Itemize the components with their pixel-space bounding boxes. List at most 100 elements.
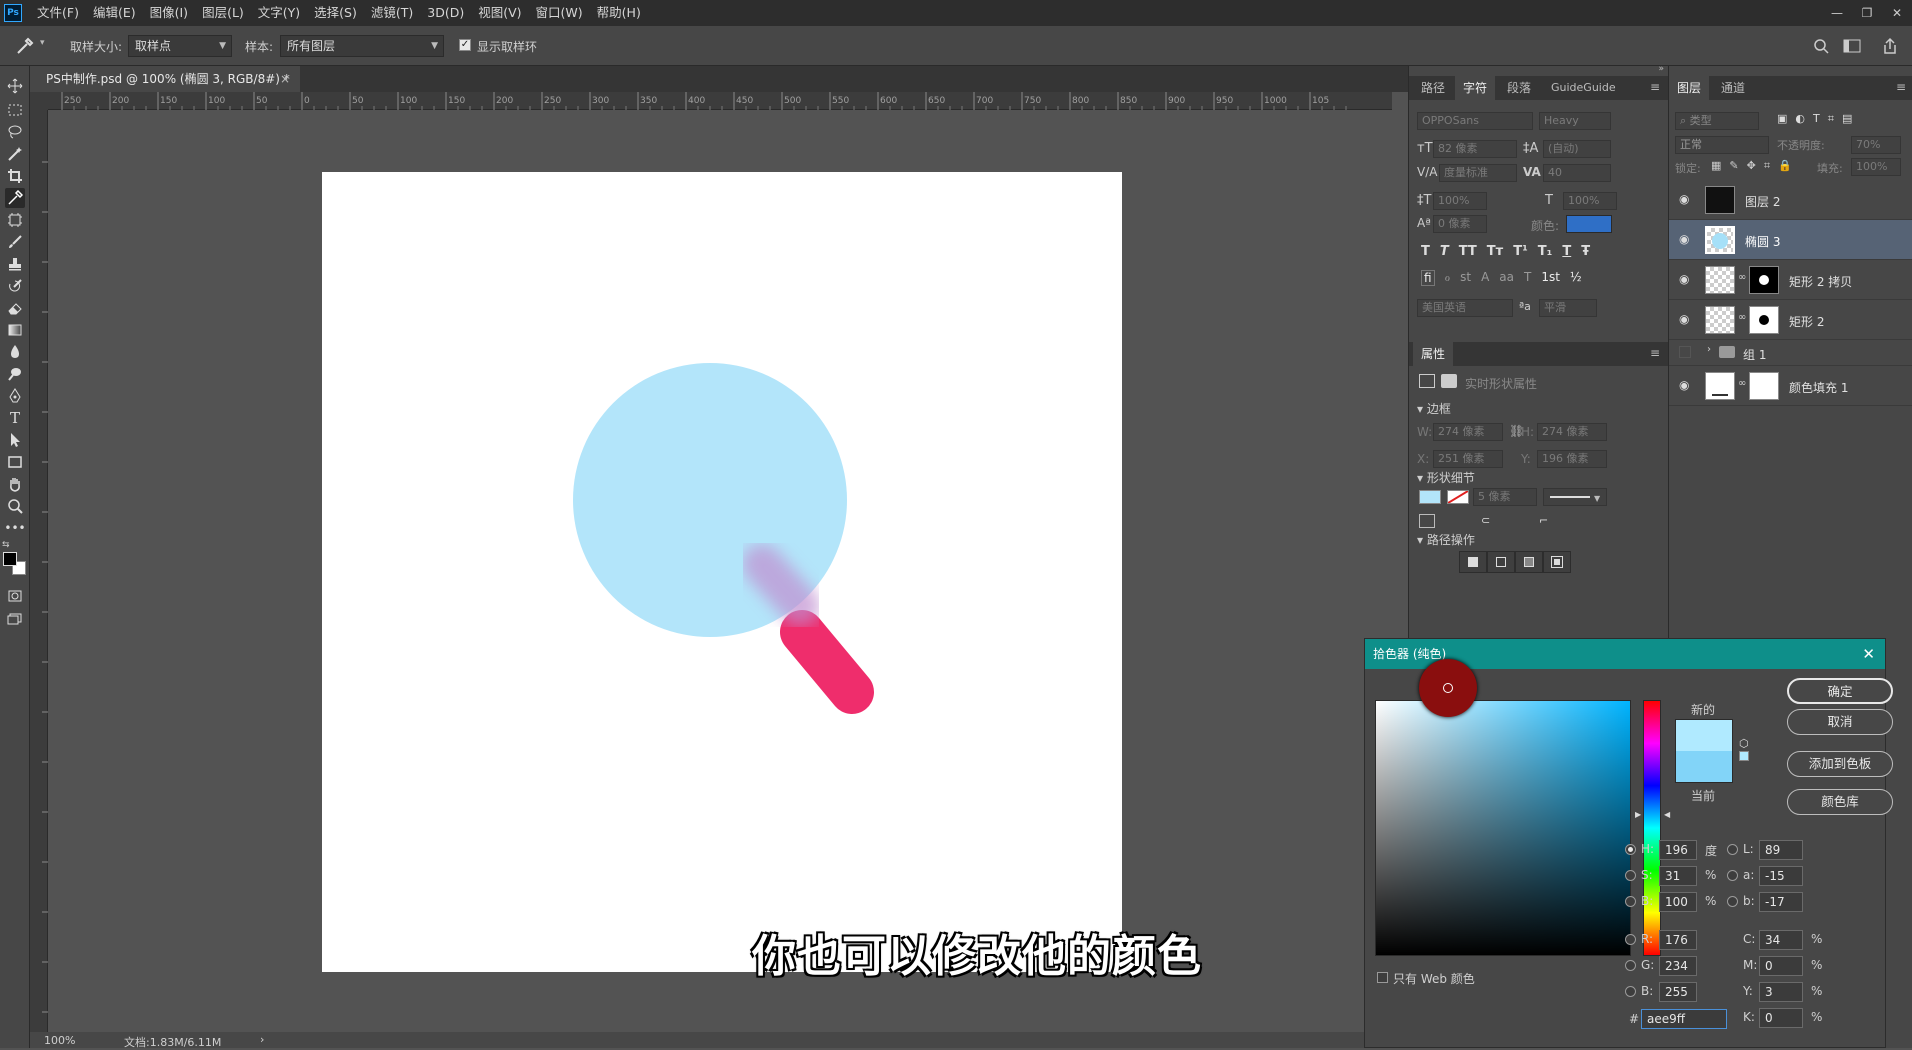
b-channel-radio[interactable] (1727, 896, 1738, 907)
color-libraries-button[interactable]: 颜色库 (1787, 789, 1893, 815)
all-caps-button[interactable]: TT (1459, 244, 1477, 259)
menu-type[interactable]: 文字(Y) (251, 0, 307, 26)
fill-color-swatch[interactable] (1419, 490, 1441, 504)
language-select[interactable]: 美国英语 (1417, 299, 1513, 317)
lock-image-icon[interactable]: ✎ (1729, 159, 1738, 173)
saturation-input[interactable]: 31 (1659, 866, 1697, 886)
exclude-shape-icon[interactable] (1543, 551, 1571, 573)
web-safe-swatch[interactable] (1739, 751, 1749, 761)
underline-button[interactable]: T (1562, 244, 1571, 259)
layer-name[interactable]: 图层 2 (1745, 193, 1780, 210)
green-input[interactable]: 234 (1659, 956, 1697, 976)
filter-type-icon[interactable]: T (1813, 112, 1820, 126)
menu-filter[interactable]: 滤镜(T) (364, 0, 420, 26)
hue-slider[interactable] (1643, 700, 1661, 956)
tab-guideguide[interactable]: GuideGuide (1543, 76, 1624, 100)
leading-field[interactable]: (自动) (1543, 140, 1611, 158)
saturation-radio[interactable] (1625, 870, 1636, 881)
more-tools-icon[interactable]: ••• (4, 518, 25, 538)
vertical-scale-field[interactable]: 100% (1433, 192, 1487, 210)
pen-tool-icon[interactable] (5, 386, 25, 406)
faux-bold-button[interactable]: T (1421, 244, 1430, 259)
layer-filter-select[interactable]: ⌕ 类型 (1675, 112, 1759, 130)
green-radio[interactable] (1625, 960, 1636, 971)
font-size-field[interactable]: 82 像素 (1433, 140, 1517, 158)
web-only-checkbox[interactable] (1377, 972, 1388, 983)
frame-tool-icon[interactable] (5, 210, 25, 230)
document-canvas[interactable] (322, 172, 1122, 972)
lock-transparent-icon[interactable]: ▦ (1711, 159, 1721, 173)
hue-radio[interactable] (1625, 844, 1636, 855)
panel-menu-icon[interactable]: ≡ (1650, 80, 1660, 94)
menu-window[interactable]: 窗口(W) (529, 0, 590, 26)
layer-name[interactable]: 椭圆 3 (1745, 233, 1780, 250)
fractions-button[interactable]: ½ (1570, 270, 1582, 286)
blend-mode-select[interactable]: 正常 (1675, 136, 1769, 154)
strikethrough-button[interactable]: Ŧ (1581, 244, 1590, 259)
filter-pixel-icon[interactable]: ▣ (1777, 112, 1787, 126)
small-caps-button[interactable]: Tт (1487, 244, 1503, 259)
horizontal-scale-field[interactable]: 100% (1563, 192, 1617, 210)
baseline-shift-field[interactable]: 0 像素 (1433, 215, 1487, 233)
subscript-button[interactable]: T₁ (1538, 244, 1553, 259)
height-field[interactable]: 274 像素 (1537, 423, 1607, 441)
visibility-eye-icon[interactable]: ◉ (1679, 192, 1689, 206)
magic-wand-tool-icon[interactable] (5, 144, 25, 164)
properties-menu-icon[interactable]: ≡ (1650, 346, 1660, 360)
add-to-swatches-button[interactable]: 添加到色板 (1787, 751, 1893, 777)
tool-preset-chevron-icon[interactable]: ▾ (40, 38, 45, 48)
tab-properties[interactable]: 属性 (1413, 342, 1454, 366)
menu-select[interactable]: 选择(S) (307, 0, 364, 26)
cyan-input[interactable]: 34 (1759, 930, 1803, 950)
red-radio[interactable] (1625, 934, 1636, 945)
close-window-icon[interactable]: ✕ (1882, 0, 1912, 26)
faux-italic-button[interactable]: T (1440, 244, 1449, 259)
visibility-eye-icon[interactable]: ◉ (1679, 232, 1689, 246)
path-operations-section[interactable]: ▾ 路径操作 (1417, 531, 1475, 548)
visibility-eye-icon[interactable]: ◉ (1679, 272, 1689, 286)
font-style-select[interactable]: Heavy (1539, 112, 1611, 130)
font-family-select[interactable]: OPPOSans (1417, 112, 1533, 130)
swash-button[interactable]: A (1481, 270, 1489, 286)
align-stroke-icon[interactable] (1419, 514, 1435, 528)
hue-slider-right-arrow[interactable]: ◀ (1664, 810, 1670, 819)
zoom-level[interactable]: 100% (44, 1034, 75, 1047)
menu-edit[interactable]: 编辑(E) (86, 0, 143, 26)
a-channel-radio[interactable] (1727, 870, 1738, 881)
brush-tool-icon[interactable] (5, 232, 25, 252)
restore-icon[interactable]: ❐ (1852, 0, 1882, 26)
status-arrow-icon[interactable]: › (260, 1033, 264, 1046)
share-icon[interactable] (1882, 37, 1898, 55)
screen-mode-icon[interactable] (5, 608, 25, 628)
stroke-type-select[interactable]: ▼ (1543, 488, 1607, 506)
close-tab-icon[interactable]: × (280, 66, 290, 92)
vertical-ruler[interactable] (30, 110, 48, 1032)
gradient-tool-icon[interactable] (5, 320, 25, 340)
menu-file[interactable]: 文件(F) (30, 0, 86, 26)
corner-type-icon[interactable]: ⌐ (1539, 514, 1548, 527)
brightness-input[interactable]: 100 (1659, 892, 1697, 912)
expand-chevron-icon[interactable]: › (1707, 344, 1711, 355)
menu-3d[interactable]: 3D(D) (420, 0, 471, 26)
eraser-tool-icon[interactable] (5, 298, 25, 318)
discretionary-ligature-button[interactable]: st (1460, 270, 1471, 286)
layer-row[interactable]: ◉ 椭圆 3 (1669, 220, 1912, 260)
zoom-tool-icon[interactable] (5, 496, 25, 516)
layer-mask-thumbnail[interactable] (1749, 306, 1779, 334)
layer-row[interactable]: ◉ ∞ 矩形 2 (1669, 300, 1912, 340)
visibility-eye-icon[interactable]: ◉ (1679, 378, 1689, 392)
ok-button[interactable]: 确定 (1787, 678, 1893, 704)
hex-input[interactable]: aee9ff (1641, 1009, 1727, 1029)
stylistic-alternates-button[interactable]: aa (1499, 270, 1514, 286)
filter-smart-icon[interactable]: ▤ (1842, 112, 1852, 126)
old-style-button[interactable]: ℴ (1445, 270, 1451, 286)
workspace-icon[interactable] (1843, 38, 1861, 54)
document-tab[interactable]: PS中制作.psd @ 100% (椭圆 3, RGB/8#) * × (30, 66, 300, 92)
bounds-section[interactable]: ▾ 边框 (1417, 400, 1451, 417)
tab-channels[interactable]: 通道 (1713, 76, 1753, 100)
tracking-field[interactable]: 40 (1543, 164, 1611, 182)
path-select-tool-icon[interactable] (5, 430, 25, 450)
lightness-input[interactable]: 89 (1759, 840, 1803, 860)
filter-shape-icon[interactable]: ⌗ (1828, 112, 1834, 126)
show-ring-checkbox[interactable]: ✓ (459, 39, 471, 51)
